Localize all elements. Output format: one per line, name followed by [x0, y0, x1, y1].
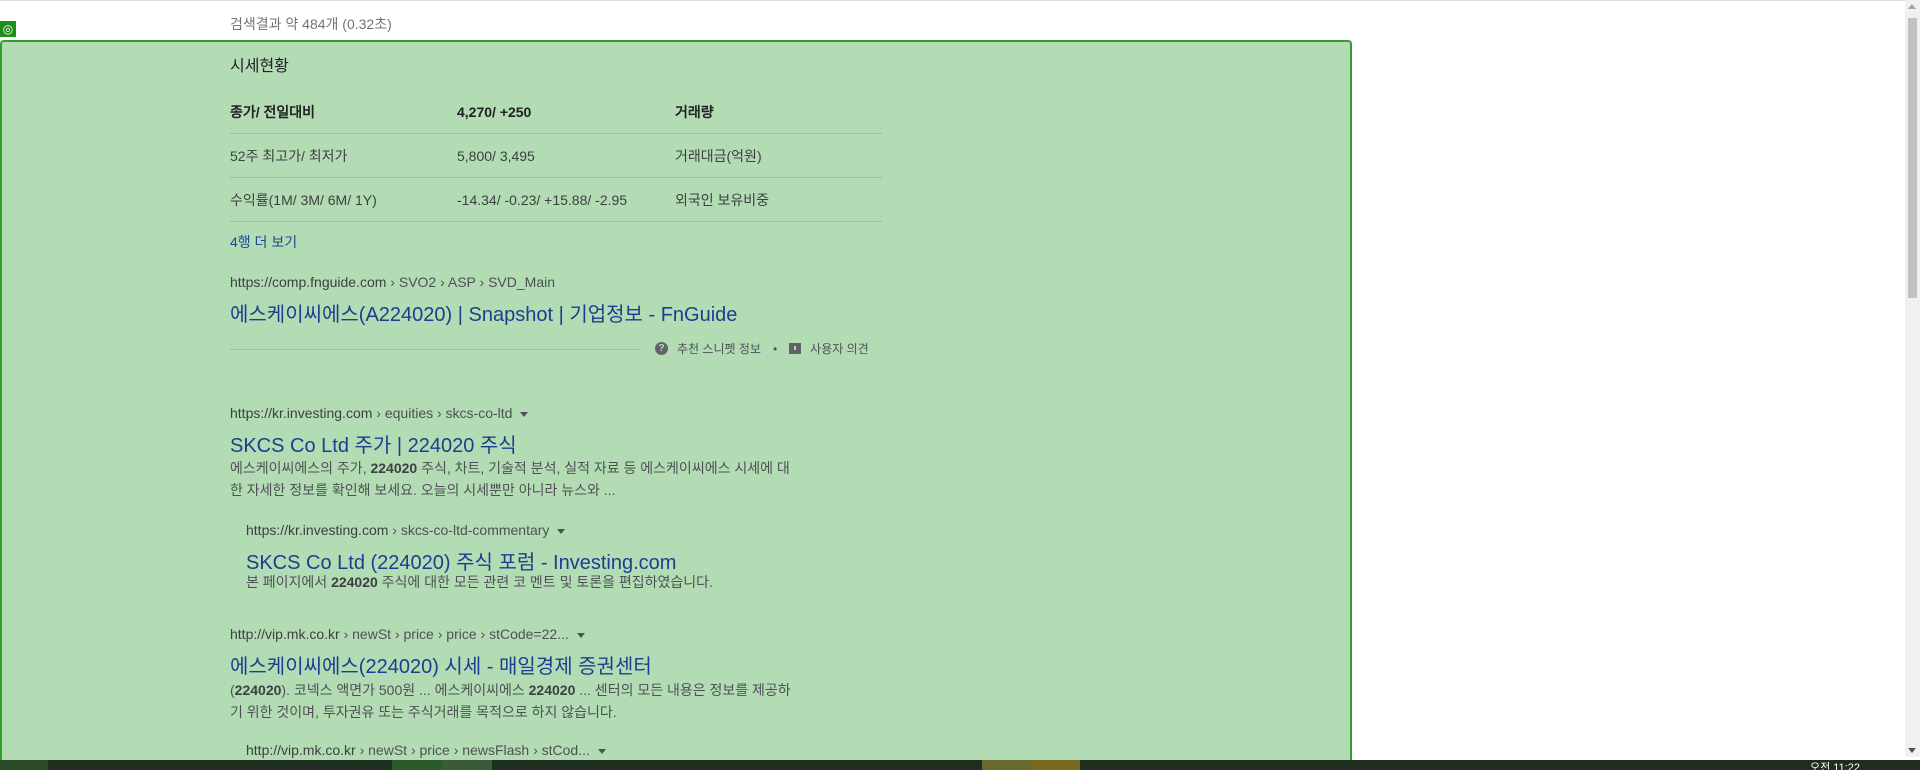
chevron-down-icon[interactable]	[597, 748, 606, 754]
scroll-down-arrow-icon[interactable]	[1908, 748, 1916, 753]
taskbar-app[interactable]	[1032, 760, 1080, 770]
feedback-link[interactable]: 사용자 의견	[810, 340, 869, 357]
url-domain: https://kr.investing.com	[246, 522, 389, 538]
scroll-up-arrow-icon[interactable]	[1908, 4, 1916, 9]
table-row: 종가/ 전일대비 4,270/ +250 거래량	[230, 90, 882, 134]
chevron-down-icon[interactable]	[557, 528, 566, 534]
snippet-text: ... 센터의 모든 내용은 정보를 제공하	[575, 682, 791, 698]
top-divider	[0, 0, 1905, 1]
chevron-down-icon[interactable]	[520, 411, 529, 417]
taskbar-app[interactable]	[392, 760, 442, 770]
separator-dot: •	[772, 341, 778, 356]
snippet-text: 본 페이지에서	[246, 574, 332, 590]
snippet-text: ). 코넥스 액면가 500원 ... 에스케이씨에스	[281, 682, 529, 698]
result-url[interactable]: http://vip.mk.co.kr › newSt › price › pr…	[230, 626, 585, 642]
url-path: › SVO2 › ASP › SVD_Main	[386, 274, 556, 290]
table-row: 수익률(1M/ 3M/ 6M/ 1Y) -14.34/ -0.23/ +15.8…	[230, 178, 882, 222]
result-title-link[interactable]: SKCS Co Ltd 주가 | 224020 주식	[230, 429, 517, 458]
url-path: › newSt › price › price › stCode=22...	[339, 626, 569, 642]
taskbar-app[interactable]	[982, 760, 1032, 770]
url-path: › skcs-co-ltd-commentary	[388, 522, 550, 538]
table-cell: -14.34/ -0.23/ +15.88/ -2.95	[457, 191, 628, 208]
result-stats: 검색결과 약 484개 (0.32초)	[230, 16, 392, 32]
featured-title-link[interactable]: 에스케이씨에스(A224020) | Snapshot | 기업정보 - FnG…	[230, 298, 737, 327]
table-cell: 거래대금(억원)	[675, 147, 762, 164]
url-domain: https://comp.fnguide.com	[230, 274, 387, 290]
featured-url[interactable]: https://comp.fnguide.com › SVO2 › ASP › …	[230, 274, 555, 290]
url-domain: http://vip.mk.co.kr	[246, 742, 356, 758]
snippet-bold: 224020	[370, 460, 418, 476]
target-icon[interactable]: ◎	[0, 21, 16, 37]
scrollbar-thumb[interactable]	[1908, 18, 1917, 298]
more-rows-link[interactable]: 4행 더 보기	[230, 232, 297, 252]
result-snippet: 에스케이씨에스의 주가, 224020 주식, 차트, 기술적 분석, 실적 자…	[230, 457, 850, 501]
table-cell: 4,270/ +250	[457, 103, 532, 120]
about-snippet-link[interactable]: 추천 스니펫 정보	[677, 340, 761, 357]
result-title-link[interactable]: 에스케이씨에스(224020) 시세 - 매일경제 증권센터	[230, 650, 652, 679]
url-path: › newSt › price › newsFlash › stCod...	[355, 742, 590, 758]
snippet-line: 한 자세한 정보를 확인해 보세요. 오늘의 시세뿐만 아니라 뉴스와 ...	[230, 482, 616, 498]
snippet-line: 에스케이씨에스의 주가, 224020 주식, 차트, 기술적 분석, 실적 자…	[230, 457, 850, 479]
snippet-line: (224020). 코넥스 액면가 500원 ... 에스케이씨에스 22402…	[230, 679, 850, 701]
table-cell: 52주 최고가/ 최저가	[230, 147, 348, 164]
snippet-bold: 224020	[331, 574, 378, 590]
snippet-text: 주식, 차트, 기술적 분석, 실적 자료 등 에스케이씨에스 시세에 대	[417, 460, 790, 476]
taskbar-app[interactable]	[442, 760, 492, 770]
result-url[interactable]: https://kr.investing.com › equities › sk…	[230, 405, 529, 421]
chevron-down-icon[interactable]	[576, 632, 585, 638]
table-cell: 수익률(1M/ 3M/ 6M/ 1Y)	[230, 191, 377, 208]
url-domain: http://vip.mk.co.kr	[230, 626, 340, 642]
table-cell: 거래량	[675, 103, 714, 120]
snippet-line: 기 위한 것이며, 투자권유 또는 주식거래를 목적으로 하지 않습니다.	[230, 704, 617, 720]
url-path: › equities › skcs-co-ltd	[372, 405, 513, 421]
url-domain: https://kr.investing.com	[230, 405, 373, 421]
market-table: 종가/ 전일대비 4,270/ +250 거래량 52주 최고가/ 최저가 5,…	[230, 90, 882, 222]
snippet-bold: 224020	[528, 682, 576, 698]
result-url[interactable]: http://vip.mk.co.kr › newSt › price › ne…	[246, 742, 606, 758]
result-url[interactable]: https://kr.investing.com › skcs-co-ltd-c…	[246, 522, 566, 538]
table-cell: 5,800/ 3,495	[457, 147, 535, 164]
table-cell: 종가/ 전일대비	[230, 103, 316, 120]
feedback-icon	[789, 343, 802, 354]
taskbar: 오전 11:22	[0, 760, 1920, 774]
snippet-text: 주식에 대한 모든 관련 코 멘트 및 토론을 편집하였습니다.	[377, 574, 713, 590]
snippet-bold: 224020	[234, 682, 282, 698]
result-snippet: (224020). 코넥스 액면가 500원 ... 에스케이씨에스 22402…	[230, 679, 850, 723]
table-row: 52주 최고가/ 최저가 5,800/ 3,495 거래대금(억원)	[230, 134, 882, 178]
snippet-divider	[230, 349, 640, 350]
result-snippet: 본 페이지에서 224020 주식에 대한 모든 관련 코 멘트 및 토론을 편…	[246, 571, 866, 593]
table-cell: 외국인 보유비중	[675, 191, 770, 208]
snippet-text: 에스케이씨에스의 주가,	[230, 460, 371, 476]
start-button[interactable]	[0, 760, 48, 770]
help-icon: ?	[655, 342, 668, 355]
market-heading: 시세현황	[230, 58, 289, 75]
vertical-scrollbar[interactable]	[1905, 0, 1920, 757]
taskbar-clock: 오전 11:22	[1809, 762, 1860, 774]
snippet-feedback-bar: ? 추천 스니펫 정보 • 사용자 의견	[655, 340, 869, 357]
